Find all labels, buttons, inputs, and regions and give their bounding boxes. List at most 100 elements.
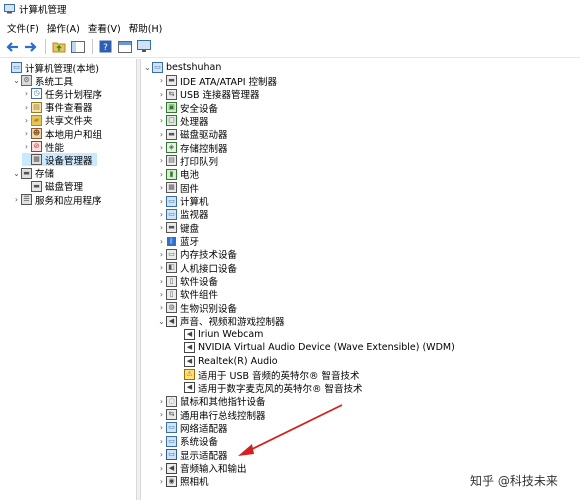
expand-chevron-icon[interactable]: › xyxy=(157,221,166,234)
console-tree-item[interactable]: › ▤ 事件查看器 xyxy=(22,101,97,114)
expand-chevron-icon[interactable]: › xyxy=(157,154,166,167)
device-category[interactable]: › ⇆ USB 连接器管理器 xyxy=(157,88,260,101)
collapse-chevron-icon[interactable]: ⌄ xyxy=(143,61,152,74)
expand-chevron-icon[interactable]: › xyxy=(157,435,166,448)
expand-chevron-icon[interactable]: › xyxy=(157,421,166,434)
console-tree-item[interactable]: ▬ 磁盘管理 xyxy=(22,180,87,193)
device-tree-root[interactable]: ⌄ ▭ bestshuhan xyxy=(143,61,221,74)
help-icon[interactable]: ? xyxy=(97,38,114,55)
menu-action[interactable]: 操作(A) xyxy=(43,21,84,35)
device-category[interactable]: › ᛒ 蓝牙 xyxy=(157,235,199,248)
console-tree-icon[interactable] xyxy=(69,38,86,55)
console-tree-item[interactable]: › ⊘ 性能 xyxy=(22,140,68,154)
device-category[interactable]: › ▭ 监视器 xyxy=(157,208,209,221)
expand-chevron-icon[interactable]: › xyxy=(157,114,166,127)
console-tree-item-label: 本地用户和组 xyxy=(45,129,103,141)
device-category[interactable]: › ⇆ 通用串行总线控制器 xyxy=(157,408,266,422)
device-category[interactable]: › ▣ 安全设备 xyxy=(157,101,218,115)
cpu-icon: ▢ xyxy=(166,115,177,127)
device-category[interactable]: › ▭ 显示适配器 xyxy=(157,448,228,462)
device-item-label: NVIDIA Virtual Audio Device (Wave Extens… xyxy=(198,342,455,354)
expand-chevron-icon[interactable]: › xyxy=(22,87,31,100)
menu-file[interactable]: 文件(F) xyxy=(3,21,43,35)
expand-chevron-icon[interactable]: › xyxy=(157,248,166,261)
expand-chevron-icon[interactable]: › xyxy=(22,140,31,153)
expand-chevron-icon[interactable]: › xyxy=(157,475,166,488)
back-icon[interactable] xyxy=(3,38,20,55)
expand-chevron-icon[interactable]: › xyxy=(157,208,166,221)
expand-chevron-icon[interactable]: › xyxy=(157,462,166,475)
device-item[interactable]: ◀ NVIDIA Virtual Audio Device (Wave Exten… xyxy=(175,341,455,354)
device-category[interactable]: › ▬ IDE ATA/ATAPI 控制器 xyxy=(157,74,277,88)
device-item[interactable]: ◀ 适用于数字麦克风的英特尔® 智音技术 xyxy=(175,381,363,395)
device-category[interactable]: › ▯ 软件组件 xyxy=(157,288,218,301)
watermark-text: 知乎 @科技未来 xyxy=(470,474,558,488)
device-category[interactable]: › ◍ 生物识别设备 xyxy=(157,301,237,315)
device-category[interactable]: › ◈ 存储控制器 xyxy=(157,141,228,155)
expand-chevron-icon[interactable]: › xyxy=(157,301,166,314)
device-category[interactable]: ⌄ ◀ 声音、视频和游戏控制器 xyxy=(157,315,285,328)
device-category[interactable]: › ▢ 处理器 xyxy=(157,114,209,128)
device-item[interactable]: ⚠ 适用于 USB 音频的英特尔® 智音技术 xyxy=(175,368,360,382)
expand-chevron-icon[interactable]: › xyxy=(157,288,166,301)
toolbar-separator xyxy=(45,39,46,54)
services-icon: ☰ xyxy=(21,194,32,205)
device-category[interactable]: › ◌ 鼠标和其他指针设备 xyxy=(157,395,266,408)
expand-chevron-icon[interactable]: › xyxy=(157,448,166,461)
device-item[interactable]: ◀ Iriun Webcam xyxy=(175,328,263,341)
console-tree-item[interactable]: ⌄ ▬ 存储 xyxy=(12,167,58,180)
console-tree-item[interactable]: › ☰ 服务和应用程序 xyxy=(12,193,106,207)
expand-chevron-icon[interactable]: › xyxy=(157,261,166,274)
collapse-chevron-icon[interactable]: ⌄ xyxy=(12,167,21,180)
device-category[interactable]: › ▭ 系统设备 xyxy=(157,435,218,448)
expand-chevron-icon[interactable]: › xyxy=(157,195,166,208)
expand-chevron-icon[interactable]: › xyxy=(157,101,166,114)
console-tree-item[interactable]: ▭ 计算机管理(本地) xyxy=(2,61,103,75)
expand-chevron-icon[interactable]: › xyxy=(157,181,166,194)
collapse-chevron-icon[interactable]: ⌄ xyxy=(157,315,166,328)
expand-chevron-icon[interactable]: › xyxy=(12,193,21,206)
device-category[interactable]: › ▮ 电池 xyxy=(157,168,199,181)
device-category[interactable]: › ▯ 软件设备 xyxy=(157,275,218,288)
expand-chevron-icon[interactable]: › xyxy=(22,127,31,140)
device-item[interactable]: ◀ Realtek(R) Audio xyxy=(175,355,278,368)
device-category[interactable]: › ▬ 磁盘驱动器 xyxy=(157,128,228,141)
console-tree-item[interactable]: ⌄ ⚙ 系统工具 xyxy=(12,74,77,88)
device-category[interactable]: › ◧ 人机接口设备 xyxy=(157,261,237,275)
device-category[interactable]: › ▭ 内存技术设备 xyxy=(157,248,237,261)
expand-chevron-icon[interactable]: › xyxy=(157,74,166,87)
console-tree-item[interactable]: › ◷ 任务计划程序 xyxy=(22,87,106,101)
device-category[interactable]: › ▤ 打印队列 xyxy=(157,154,218,168)
expand-chevron-icon[interactable]: › xyxy=(157,88,166,101)
expand-chevron-icon[interactable]: › xyxy=(157,408,166,421)
properties-icon[interactable] xyxy=(116,38,133,55)
device-category[interactable]: › ▬ 键盘 xyxy=(157,221,199,235)
folder-up-icon[interactable] xyxy=(50,38,67,55)
device-category-label: 处理器 xyxy=(180,116,209,128)
expand-chevron-icon[interactable]: › xyxy=(157,395,166,408)
device-category[interactable]: › ▭ 网络适配器 xyxy=(157,421,228,435)
expand-chevron-icon[interactable]: › xyxy=(157,235,166,248)
console-tree-item[interactable]: › ▰ 共享文件夹 xyxy=(22,114,97,127)
tools-icon: ⚙ xyxy=(21,75,32,87)
device-category-label: 固件 xyxy=(180,183,200,195)
expand-chevron-icon[interactable]: › xyxy=(157,128,166,141)
device-category[interactable]: › ▦ 固件 xyxy=(157,181,200,195)
expand-chevron-icon[interactable]: › xyxy=(22,114,31,127)
expand-chevron-icon[interactable]: › xyxy=(157,168,166,181)
monitor-icon[interactable] xyxy=(135,38,152,55)
menu-view[interactable]: 查看(V) xyxy=(84,21,125,35)
device-category[interactable]: › ▭ 计算机 xyxy=(157,195,209,208)
device-category[interactable]: › ◉ 照相机 xyxy=(157,475,209,488)
forward-icon[interactable] xyxy=(22,38,39,55)
collapse-chevron-icon[interactable]: ⌄ xyxy=(12,74,21,87)
device-category-label: 照相机 xyxy=(180,477,209,489)
expand-chevron-icon[interactable]: › xyxy=(157,275,166,288)
device-category[interactable]: › ◀ 音频输入和输出 xyxy=(157,462,247,475)
console-tree-item[interactable]: ▦ 设备管理器 xyxy=(22,153,97,167)
expand-chevron-icon[interactable]: › xyxy=(22,101,31,114)
menu-help[interactable]: 帮助(H) xyxy=(125,21,167,35)
expand-chevron-icon[interactable]: › xyxy=(157,141,166,154)
console-tree-item[interactable]: › ☻ 本地用户和组 xyxy=(22,127,106,141)
